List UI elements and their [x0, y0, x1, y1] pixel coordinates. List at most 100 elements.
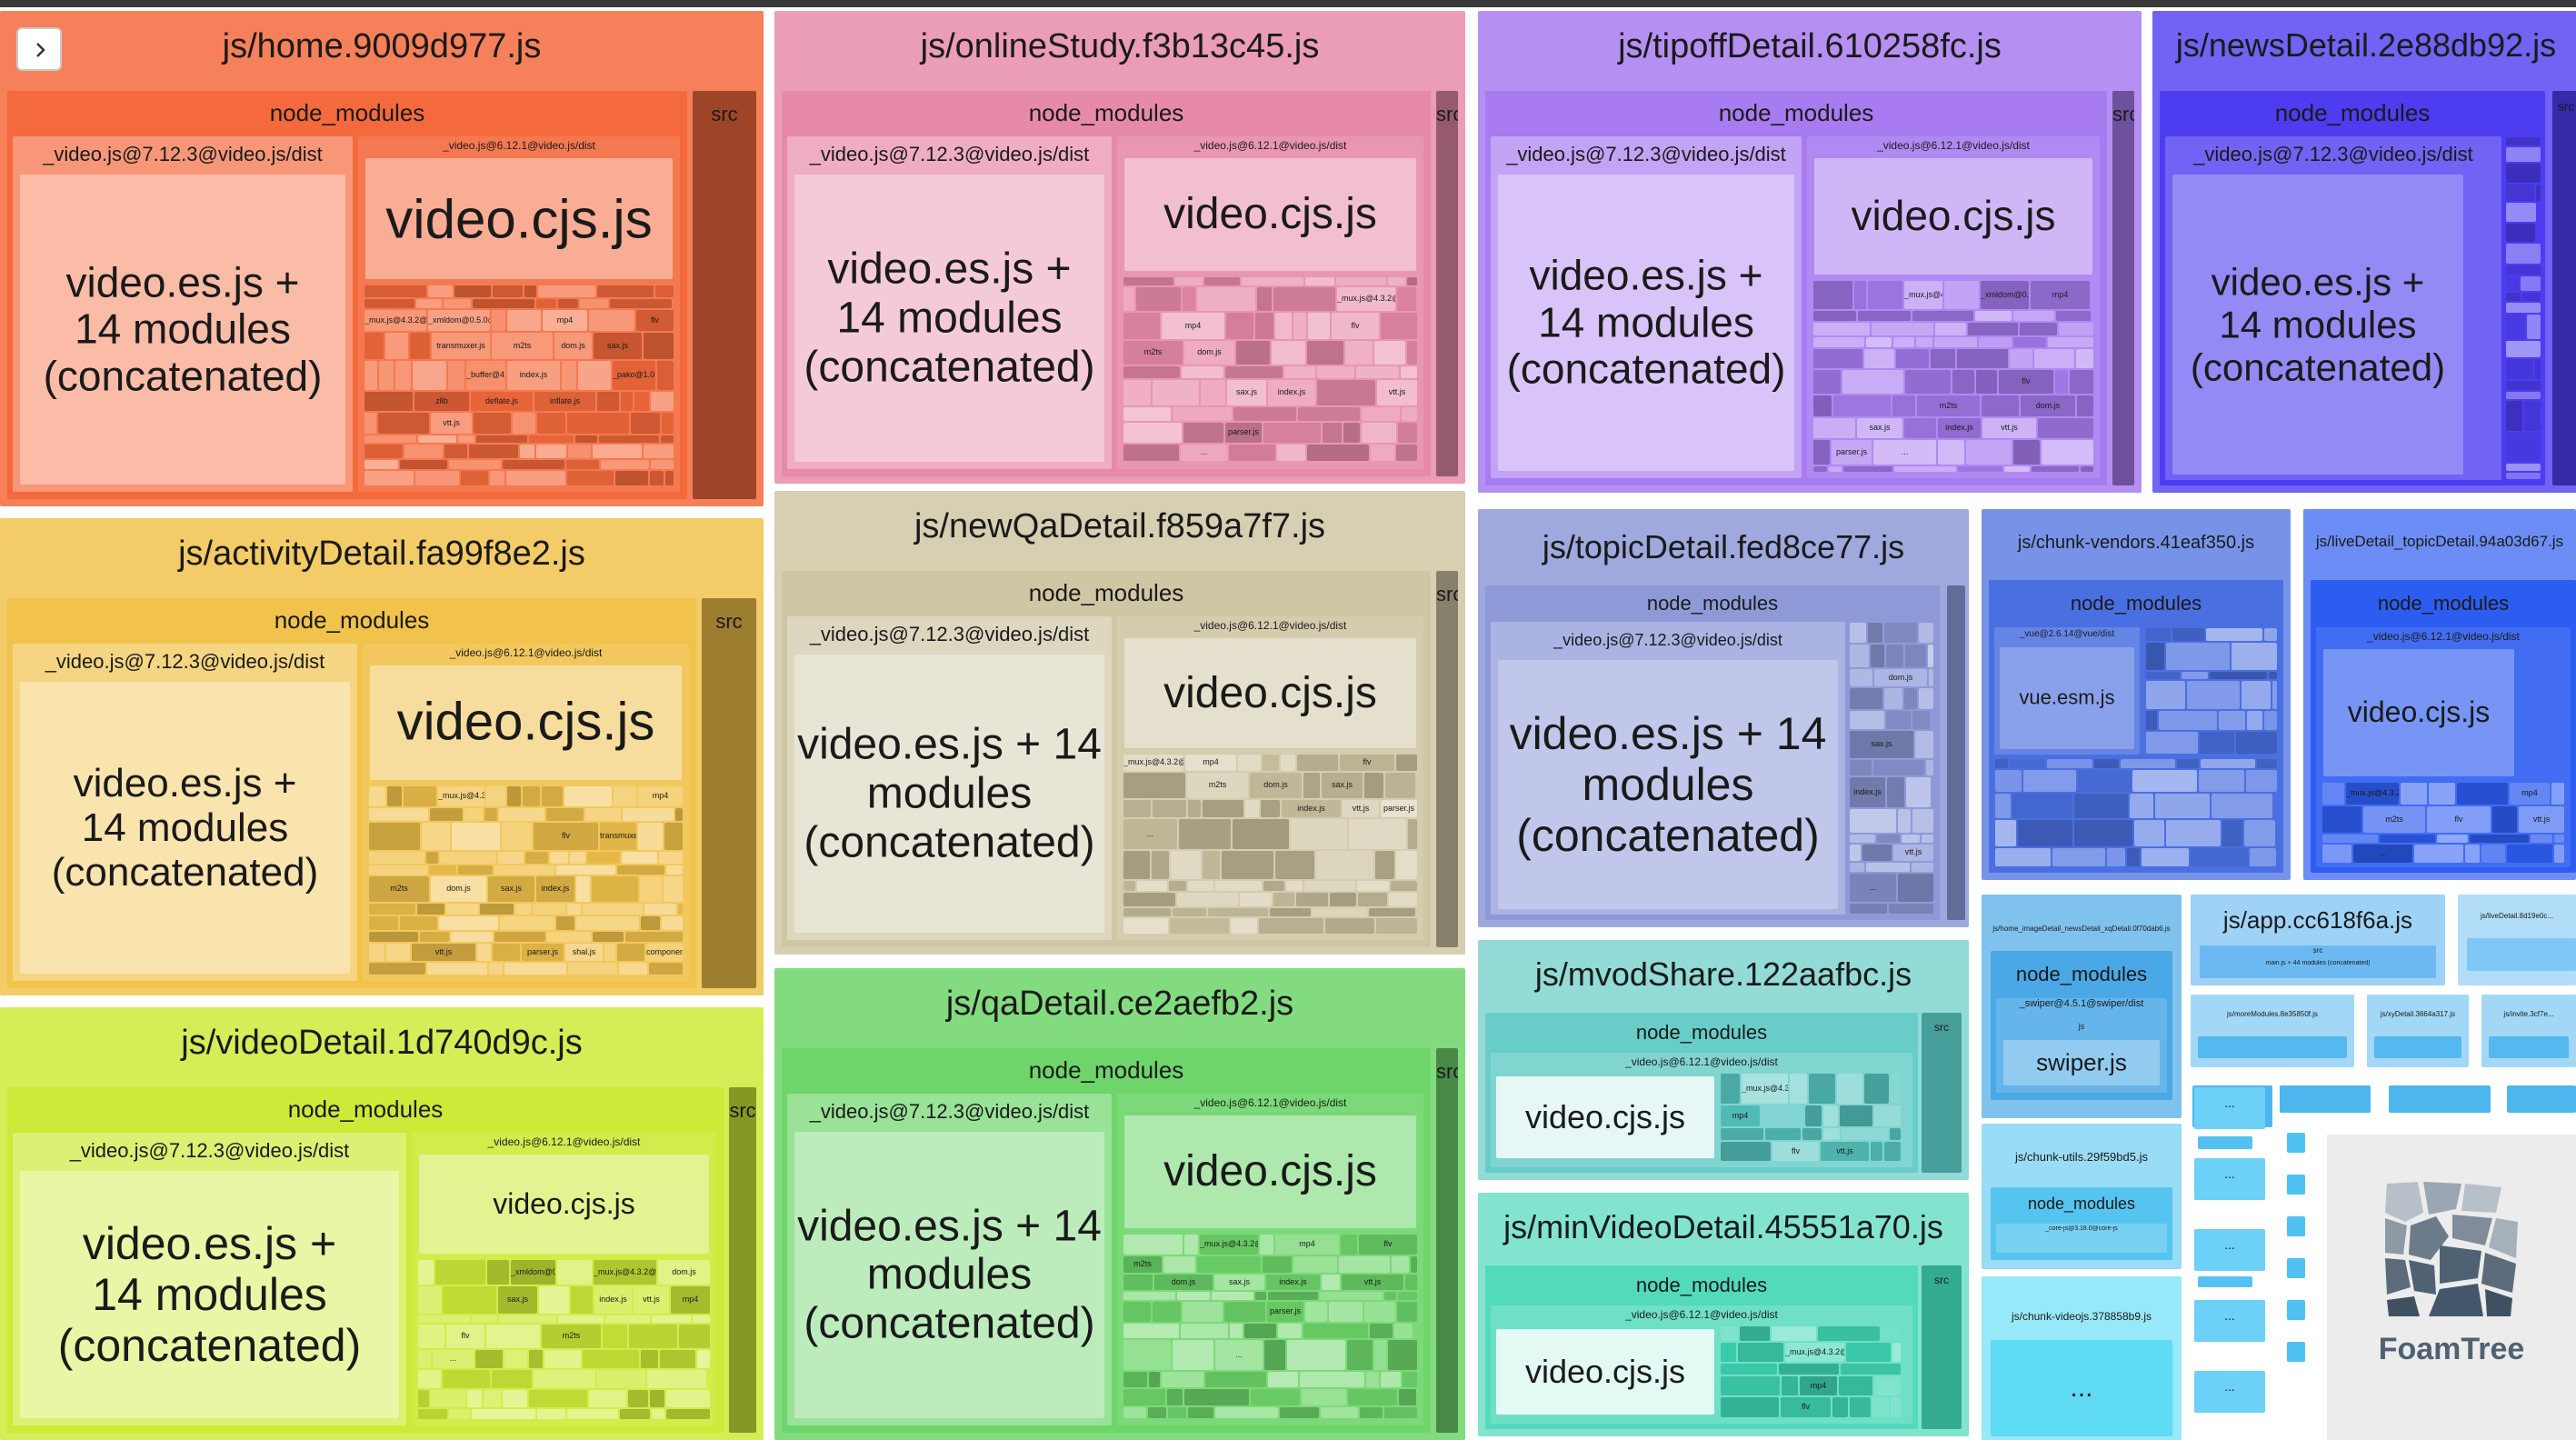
module-tile[interactable]: [1349, 819, 1406, 849]
module-tile[interactable]: [743, 258, 752, 284]
module-tile[interactable]: [2127, 848, 2140, 866]
module-tile[interactable]: [1813, 311, 1856, 321]
module-tile[interactable]: [734, 1226, 752, 1235]
module-tile[interactable]: [2536, 185, 2541, 201]
module-tile[interactable]: [1403, 1372, 1417, 1387]
module-tile[interactable]: [641, 916, 660, 930]
module-tile[interactable]: [1322, 1275, 1340, 1290]
module-tile[interactable]: [364, 299, 414, 308]
module-tile[interactable]: [1167, 1389, 1183, 1405]
module-tile[interactable]: [486, 786, 505, 806]
module-tile[interactable]: [1441, 872, 1453, 898]
module-tile[interactable]: [1263, 423, 1321, 443]
module-tile[interactable]: [1255, 1292, 1266, 1300]
module-tile[interactable]: [610, 299, 672, 308]
module-tile[interactable]: [1374, 341, 1405, 365]
module-tile[interactable]: [2506, 265, 2541, 275]
module-tile[interactable]: [2032, 466, 2079, 472]
module-tile[interactable]: m2ts: [492, 333, 553, 359]
module-tile[interactable]: [740, 877, 752, 901]
module-tile[interactable]: [440, 852, 496, 864]
module-tile[interactable]: [706, 912, 746, 939]
module-tile[interactable]: [1842, 1128, 1888, 1140]
module-tile[interactable]: [1371, 445, 1394, 461]
module-tile[interactable]: [1441, 1247, 1453, 1275]
module-tile[interactable]: [605, 1315, 650, 1323]
module-tile[interactable]: [1441, 1276, 1453, 1295]
video7-group[interactable]: _video.js@7.12.3@video.js/dist video.es.j…: [787, 616, 1112, 940]
module-tile[interactable]: [1919, 623, 1933, 643]
node-modules-group[interactable]: node_modules _video.js@7.12.3@video.js/di…: [782, 1048, 1431, 1433]
module-tile[interactable]: [2094, 759, 2119, 768]
module-tile[interactable]: [706, 706, 720, 716]
module-tile[interactable]: [567, 904, 581, 915]
sidebar-toggle-button[interactable]: [16, 27, 62, 71]
src-group[interactable]: src: [1436, 571, 1458, 947]
module-tile[interactable]: [657, 361, 674, 390]
module-tile[interactable]: [2506, 293, 2521, 301]
cjs-module[interactable]: video.cjs.js: [419, 1155, 709, 1254]
module-tile[interactable]: [2117, 436, 2130, 459]
swiper-module[interactable]: swiper.js: [2003, 1040, 2160, 1085]
module-tile[interactable]: [1123, 1340, 1171, 1370]
node-modules-group[interactable]: node_modules _video.js@7.12.3@video.js/di…: [7, 1087, 724, 1433]
module-tile[interactable]: [1179, 819, 1231, 849]
module-tile[interactable]: [1385, 773, 1415, 798]
module-tile[interactable]: dom.js: [2021, 395, 2075, 416]
module-tile[interactable]: [697, 305, 728, 317]
module-tile[interactable]: [597, 285, 654, 297]
module-tile[interactable]: [697, 453, 715, 467]
module-tile[interactable]: [487, 1260, 509, 1285]
module-tile[interactable]: m2ts: [1187, 773, 1248, 798]
module-tile[interactable]: [1366, 1372, 1379, 1387]
module-tile[interactable]: [2506, 315, 2525, 339]
module-tile[interactable]: [1284, 366, 1315, 378]
module-tile[interactable]: [417, 904, 444, 915]
module-tile[interactable]: [731, 469, 752, 491]
module-tile[interactable]: [2042, 440, 2093, 465]
cjs-module[interactable]: video.cjs.js: [1496, 1076, 1714, 1158]
module-tile[interactable]: [2401, 783, 2427, 805]
module-tile[interactable]: [537, 413, 565, 434]
src-group[interactable]: src: [729, 1087, 756, 1433]
module-tile[interactable]: [734, 1139, 752, 1156]
module-tile[interactable]: [1905, 370, 1951, 394]
module-tile[interactable]: [2047, 759, 2092, 768]
module-tile[interactable]: [1275, 851, 1314, 879]
module-tile[interactable]: [504, 1350, 527, 1368]
src-group[interactable]: src: [2112, 91, 2134, 485]
module-tile[interactable]: [1441, 300, 1453, 320]
module-tile[interactable]: [1813, 466, 1827, 472]
module-tile[interactable]: [2107, 848, 2125, 866]
bundle-activityDetail[interactable]: js/activityDetail.fa99f8e2.js node_module…: [0, 518, 764, 995]
module-tile[interactable]: [1850, 845, 1861, 861]
module-tile[interactable]: [1123, 800, 1151, 817]
module-tile[interactable]: [1850, 711, 1884, 729]
module-tile[interactable]: [1441, 796, 1453, 806]
module-tile[interactable]: [2187, 681, 2240, 709]
module-tile[interactable]: [2506, 224, 2535, 242]
module-tile[interactable]: [1931, 349, 1955, 368]
module-tile[interactable]: [1153, 1302, 1181, 1322]
module-tile[interactable]: [706, 718, 727, 726]
module-tile[interactable]: [1805, 1105, 1822, 1126]
module-tile[interactable]: [1813, 323, 1870, 335]
module-tile[interactable]: [1123, 366, 1180, 378]
module-tile[interactable]: sax.js: [1850, 731, 1913, 758]
module-tile[interactable]: [568, 445, 591, 458]
module-tile[interactable]: [2117, 208, 2130, 216]
module-tile[interactable]: [2374, 1036, 2461, 1058]
module-tile[interactable]: [1790, 1074, 1807, 1104]
module-tile[interactable]: [729, 435, 743, 451]
module-tile[interactable]: [507, 310, 541, 331]
module-tile[interactable]: [2013, 337, 2046, 347]
module-tile[interactable]: [1305, 1302, 1327, 1322]
module-tile[interactable]: [2155, 794, 2210, 818]
module-tile[interactable]: [583, 1350, 639, 1368]
module-tile[interactable]: [2020, 323, 2057, 335]
module-tile[interactable]: [1934, 337, 1977, 347]
module-tile[interactable]: [1441, 1403, 1453, 1418]
module-tile[interactable]: [1839, 1376, 1872, 1395]
module-tile[interactable]: [567, 413, 629, 434]
module-tile[interactable]: [476, 435, 527, 443]
